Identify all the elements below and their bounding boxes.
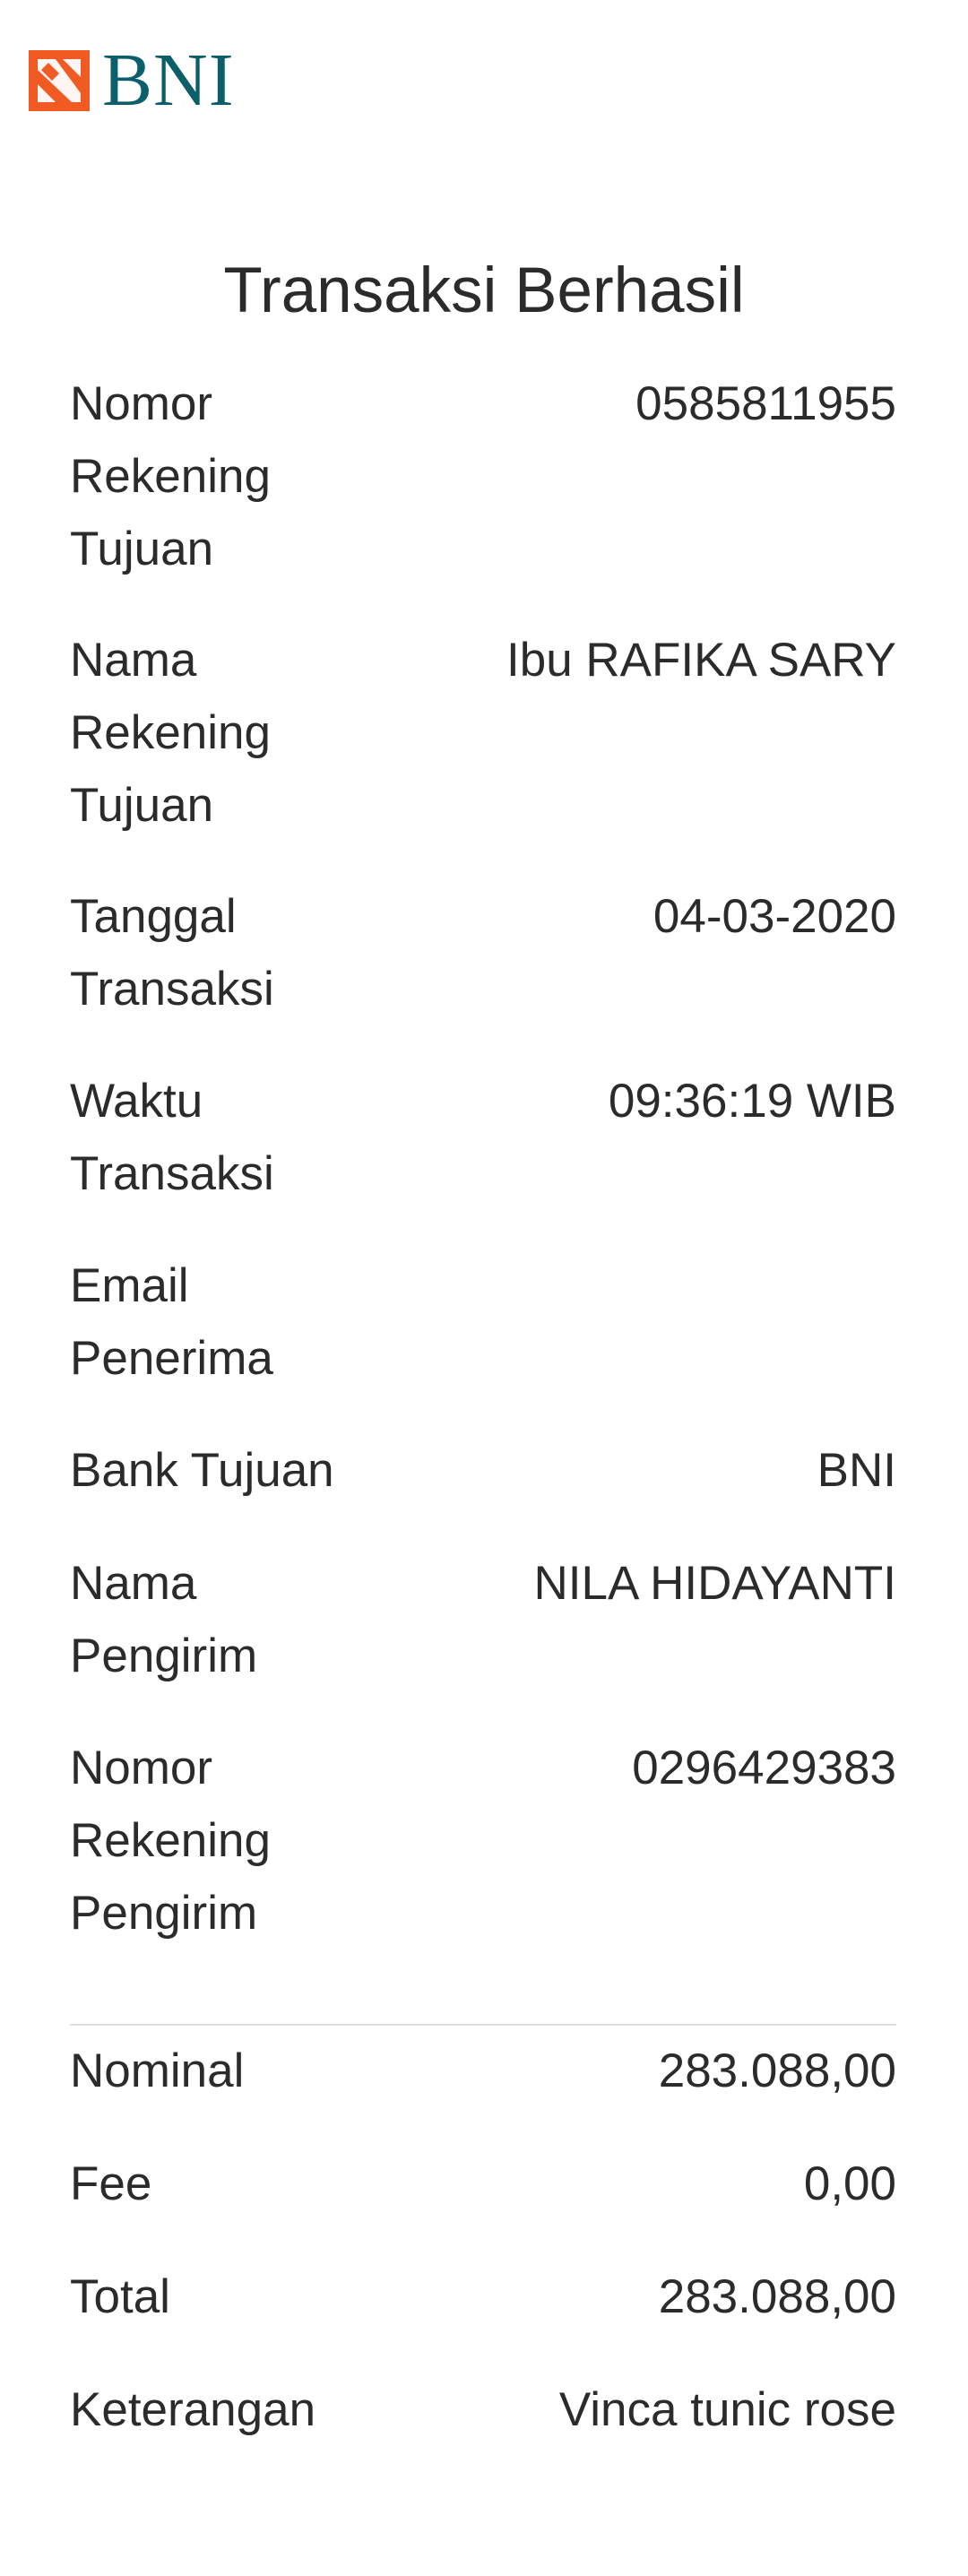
detail-label-line: Tujuan <box>70 523 214 575</box>
detail-label-line: Pengirim <box>70 1887 258 1940</box>
bni-logo-mark-icon <box>29 50 90 111</box>
summary-value: 283.088,00 <box>658 2044 896 2097</box>
detail-label-line: Nama <box>70 1557 197 1610</box>
detail-label-line: Nomor <box>70 1742 213 1794</box>
detail-label-line: Rekening <box>70 450 271 503</box>
detail-value: Ibu RAFIKA SARY <box>506 634 896 687</box>
detail-value: 0296429383 <box>632 1742 896 1794</box>
summary-label: Nominal <box>70 2044 245 2097</box>
detail-label-line: Rekening <box>70 1814 271 1867</box>
page-title: Transaksi Berhasil <box>223 255 745 326</box>
detail-label-line: Tujuan <box>70 779 214 832</box>
divider <box>70 2024 896 2026</box>
summary-label: Total <box>70 2270 170 2323</box>
summary-label: Keterangan <box>70 2383 316 2436</box>
summary-label: Fee <box>70 2157 152 2210</box>
detail-label-line: Nomor <box>70 377 213 430</box>
detail-label: Tanggal Transaksi <box>70 880 274 1025</box>
detail-value: 09:36:19 WIB <box>608 1075 896 1128</box>
detail-label-line: Pengirim <box>70 1629 258 1682</box>
detail-label: Nomor Rekening Pengirim <box>70 1732 271 1949</box>
detail-label-line: Rekening <box>70 706 271 759</box>
detail-value: NILA HIDAYANTI <box>533 1557 896 1610</box>
summary-value: Vinca tunic rose <box>558 2383 896 2436</box>
detail-label-line: Tanggal <box>70 890 237 943</box>
summary-value: 283.088,00 <box>658 2270 896 2323</box>
summary-value: 0,00 <box>803 2157 896 2210</box>
detail-label: Nama Pengirim <box>70 1547 257 1692</box>
detail-label-line: Nama <box>70 634 197 687</box>
detail-label: Bank Tujuan <box>70 1434 334 1507</box>
detail-value: 04-03-2020 <box>653 890 896 943</box>
detail-label-line: Bank Tujuan <box>70 1444 334 1497</box>
detail-label-line: Email <box>70 1259 189 1312</box>
detail-label-line: Waktu <box>70 1075 203 1128</box>
detail-label-line: Penerima <box>70 1332 273 1385</box>
detail-label: Nama Rekening Tujuan <box>70 624 271 842</box>
detail-label: Waktu Transaksi <box>70 1065 274 1210</box>
detail-label-line: Transaksi <box>70 1147 274 1200</box>
bni-logo-text: BNI <box>102 39 235 122</box>
detail-label: Email Penerima <box>70 1249 273 1395</box>
bni-logo: BNI <box>29 43 235 118</box>
detail-value: BNI <box>817 1444 896 1497</box>
detail-label: Nomor Rekening Tujuan <box>70 367 271 585</box>
detail-value: 0585811955 <box>635 377 896 430</box>
detail-label-line: Transaksi <box>70 963 274 1016</box>
